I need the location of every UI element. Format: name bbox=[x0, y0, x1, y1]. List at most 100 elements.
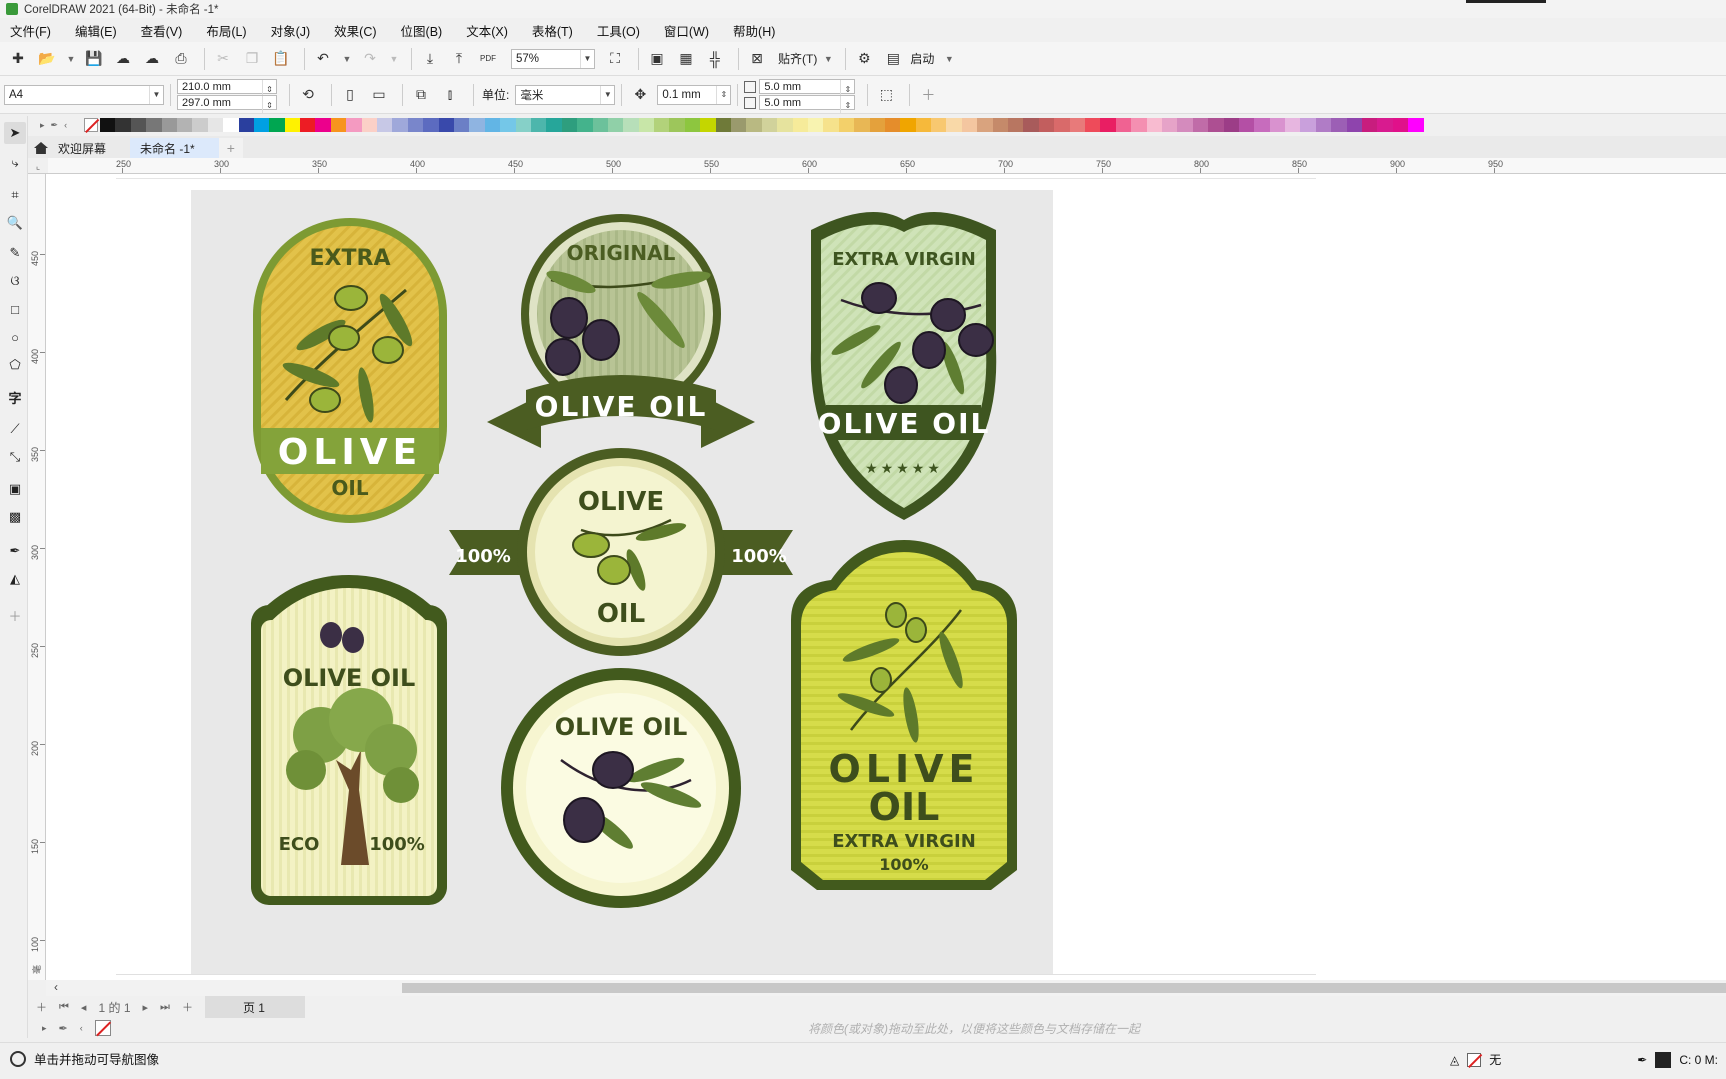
import-icon[interactable]: ⤓ bbox=[418, 47, 442, 71]
horizontal-scrollbar[interactable]: ‹ bbox=[46, 980, 1726, 996]
color-swatch[interactable] bbox=[269, 118, 285, 132]
copy-icon[interactable]: ❐ bbox=[240, 47, 264, 71]
launch-dropdown-icon[interactable]: ▼ bbox=[942, 47, 956, 71]
landscape-icon[interactable]: ▭ bbox=[367, 83, 391, 107]
page-size-select[interactable]: A4 ▼ bbox=[4, 84, 164, 105]
first-page-icon[interactable]: ⏮ bbox=[59, 1001, 69, 1014]
zoom-level-combo[interactable]: 57% ▼ bbox=[511, 48, 595, 69]
prev-page-icon[interactable]: ◂ bbox=[81, 1001, 87, 1014]
color-swatch[interactable] bbox=[623, 118, 639, 132]
color-swatch[interactable] bbox=[731, 118, 747, 132]
label-eco-tree[interactable]: OLIVE OIL ECO 100% bbox=[251, 575, 447, 905]
color-swatch[interactable] bbox=[854, 118, 870, 132]
ellipse-tool-icon[interactable]: ○ bbox=[4, 326, 26, 348]
add-icon[interactable]: ＋ bbox=[916, 83, 940, 107]
polygon-tool-icon[interactable]: ⬠ bbox=[4, 354, 26, 376]
outline-pen-icon[interactable]: ✒ bbox=[1637, 1053, 1647, 1067]
color-swatch[interactable] bbox=[684, 118, 701, 132]
color-swatch[interactable] bbox=[792, 118, 808, 132]
color-swatch[interactable] bbox=[423, 118, 439, 132]
rectangle-tool-icon[interactable]: □ bbox=[4, 298, 26, 320]
color-swatch[interactable] bbox=[530, 118, 547, 132]
color-swatch[interactable] bbox=[1346, 118, 1363, 132]
zoom-to-page-icon[interactable]: ⛶ bbox=[603, 47, 627, 71]
drawing-canvas[interactable]: EXTRA OLIVE OIL ORIGINAL OLIVE OIL EXTRA… bbox=[46, 174, 1726, 980]
page-rotate-icon[interactable]: ⟲ bbox=[296, 83, 320, 107]
redo-icon[interactable]: ↷ bbox=[358, 47, 382, 71]
menu-item[interactable]: 表格(T) bbox=[532, 19, 573, 42]
doc-no-color-swatch[interactable] bbox=[94, 1020, 111, 1036]
color-swatch[interactable] bbox=[1331, 118, 1347, 132]
cloud-download-icon[interactable]: ☁ bbox=[111, 47, 135, 71]
menu-item[interactable]: 查看(V) bbox=[141, 19, 183, 42]
eyedropper-tool-icon[interactable]: ✒ bbox=[4, 540, 26, 562]
print-icon[interactable]: ⎙ bbox=[169, 47, 193, 71]
color-swatch[interactable] bbox=[1054, 118, 1070, 132]
full-screen-preview-icon[interactable]: ▣ bbox=[645, 47, 669, 71]
menu-item[interactable]: 窗口(W) bbox=[664, 19, 709, 42]
open-dropdown-icon[interactable]: ▼ bbox=[64, 47, 78, 71]
label-extra-olive[interactable]: EXTRA OLIVE OIL bbox=[253, 218, 447, 523]
save-icon[interactable]: 💾 bbox=[82, 47, 106, 71]
color-swatch[interactable] bbox=[1146, 118, 1162, 132]
color-swatch[interactable] bbox=[1254, 118, 1270, 132]
color-swatch[interactable] bbox=[407, 118, 424, 132]
color-swatch[interactable] bbox=[1208, 118, 1224, 132]
color-swatch[interactable] bbox=[592, 118, 608, 132]
color-swatch[interactable] bbox=[223, 118, 239, 132]
color-swatch[interactable] bbox=[330, 118, 347, 132]
publish-pdf-icon[interactable]: PDF bbox=[476, 47, 500, 71]
color-swatch[interactable] bbox=[176, 118, 193, 132]
duplicate-x-field[interactable]: 5.0 mm ⇕ bbox=[759, 79, 856, 98]
color-swatch[interactable] bbox=[900, 118, 916, 132]
page-width-field[interactable]: 210.0 mm ⇕ bbox=[177, 79, 277, 98]
color-swatch[interactable] bbox=[992, 118, 1009, 132]
snap-to-label[interactable]: 贴齐(T) bbox=[778, 50, 817, 67]
color-swatch[interactable] bbox=[884, 118, 901, 132]
chevron-down-icon[interactable]: ▼ bbox=[149, 85, 163, 104]
horizontal-ruler[interactable]: ⌞ 250 300 350 400 450 500 550 600 650 700 750 800 85… bbox=[28, 158, 1726, 174]
shape-tool-icon[interactable]: ⤷ bbox=[4, 152, 26, 174]
page-height-field[interactable]: 297.0 mm ⇕ bbox=[177, 95, 277, 114]
label-olive-oil-round-100[interactable]: 100% 100% OLIVE OIL bbox=[449, 448, 793, 656]
color-swatch[interactable] bbox=[1362, 118, 1378, 132]
doc-palette-eyedropper-icon[interactable]: ✒ bbox=[59, 1022, 68, 1035]
color-swatch[interactable] bbox=[207, 118, 224, 132]
doc-palette-arrow-icon[interactable]: ▸ bbox=[42, 1023, 47, 1034]
menu-item[interactable]: 对象(J) bbox=[271, 19, 311, 42]
export-icon[interactable]: ⤒ bbox=[447, 47, 471, 71]
color-swatch[interactable] bbox=[1238, 118, 1255, 132]
color-swatch[interactable] bbox=[1177, 118, 1193, 132]
snap-dropdown-icon[interactable]: ▼ bbox=[821, 47, 835, 71]
color-swatch[interactable] bbox=[1192, 118, 1209, 132]
zoom-tool-icon[interactable]: 🔍 bbox=[4, 212, 26, 234]
new-tab-plus-icon[interactable]: + bbox=[218, 138, 243, 158]
snap-off-icon[interactable]: ⊠ bbox=[745, 47, 769, 71]
current-page-icon[interactable]: ⫾ bbox=[438, 83, 462, 107]
color-swatch[interactable] bbox=[1038, 118, 1055, 132]
vertical-ruler[interactable]: 450 400 350 300 250 200 150 100 毫米 bbox=[28, 174, 46, 980]
edit-page-size-icon[interactable]: ⬚ bbox=[874, 83, 898, 107]
parallel-dimension-tool-icon[interactable]: ⟋ bbox=[4, 418, 26, 440]
color-swatch[interactable] bbox=[346, 118, 362, 132]
units-select[interactable]: 毫米 ▼ bbox=[515, 84, 616, 105]
paste-icon[interactable]: 📋 bbox=[269, 47, 293, 71]
redo-dropdown-icon[interactable]: ▼ bbox=[387, 47, 401, 71]
portrait-icon[interactable]: ▯ bbox=[338, 83, 362, 107]
palette-menu-arrow-icon[interactable]: ▸ bbox=[40, 120, 45, 131]
show-guidelines-icon[interactable]: ╬ bbox=[703, 47, 727, 71]
undo-dropdown-icon[interactable]: ▼ bbox=[340, 47, 354, 71]
doc-palette-scroll-left-icon[interactable]: ‹ bbox=[80, 1023, 83, 1033]
color-swatch[interactable] bbox=[654, 118, 670, 132]
color-swatch[interactable] bbox=[1085, 118, 1101, 132]
scrollbar-thumb[interactable] bbox=[402, 983, 1726, 993]
color-swatch[interactable] bbox=[300, 118, 316, 132]
color-swatch[interactable] bbox=[746, 118, 762, 132]
olive-oil-labels-artwork[interactable]: EXTRA OLIVE OIL ORIGINAL OLIVE OIL EXTRA… bbox=[191, 190, 1053, 974]
color-swatch[interactable] bbox=[469, 118, 485, 132]
launch-icon[interactable]: ▤ bbox=[881, 47, 905, 71]
chevron-down-icon[interactable]: ▼ bbox=[600, 85, 614, 104]
color-swatch[interactable] bbox=[777, 118, 793, 132]
color-swatch[interactable] bbox=[500, 118, 516, 132]
interactive-fill-tool-icon[interactable]: ◭ bbox=[4, 568, 26, 590]
